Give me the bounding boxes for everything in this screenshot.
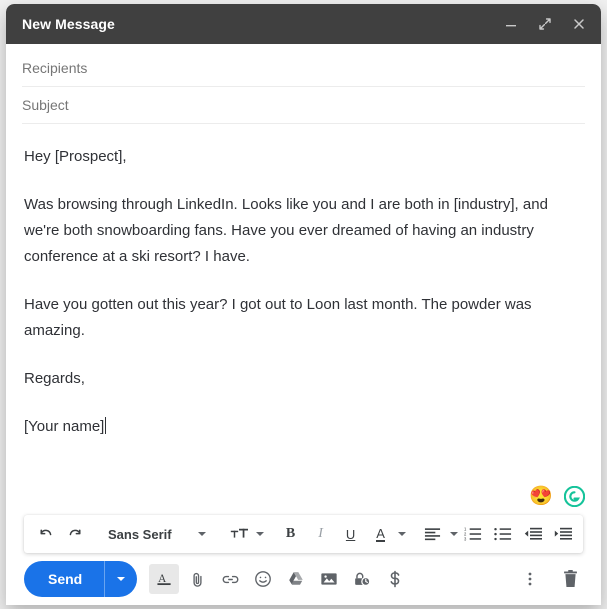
compose-action-bar: Send A [6,553,601,605]
italic-button[interactable]: I [306,521,336,547]
insert-money-icon[interactable] [380,564,410,594]
numbered-list-icon[interactable]: 1 2 3 [458,521,488,547]
send-button-group[interactable]: Send [24,561,138,597]
chevron-down-icon [197,532,206,536]
underline-label: U [345,526,356,542]
align-icon[interactable] [418,521,448,547]
minimize-button[interactable] [501,14,521,34]
close-button[interactable] [569,14,589,34]
chevron-down-icon [449,532,458,536]
text-color-icon[interactable]: A [366,521,396,547]
underline-button[interactable]: U [336,521,366,547]
text-color-control[interactable]: A [366,521,406,547]
send-button[interactable]: Send [24,571,104,587]
insert-emoji-icon[interactable] [248,564,278,594]
body-paragraph-last: [Your name] [24,414,581,440]
italic-label: I [318,526,323,541]
text-color-label: A [376,525,385,542]
insert-drive-icon[interactable] [281,564,311,594]
undo-icon[interactable] [30,521,60,547]
body-badges: 😍 [529,486,585,507]
action-icon-group: A [149,564,410,594]
formatting-toolbar: Sans Serif B I U A 1 2 3 [24,515,601,553]
svg-text:3: 3 [464,536,467,541]
action-bar-right [515,564,585,594]
recipients-field[interactable]: Recipients [22,50,585,87]
font-size-control[interactable] [224,521,264,547]
body-signature-text: [Your name] [24,418,105,435]
discard-draft-icon[interactable] [555,564,585,594]
grammarly-icon[interactable] [564,486,585,507]
more-options-icon[interactable] [515,564,545,594]
subject-field[interactable]: Subject [22,87,585,124]
font-family-select[interactable]: Sans Serif [102,527,212,542]
body-paragraph: Was browsing through LinkedIn. Looks lik… [24,196,548,265]
compose-title: New Message [22,16,115,32]
attach-file-icon[interactable] [182,564,212,594]
font-size-icon[interactable] [224,521,254,547]
bulleted-list-icon[interactable] [488,521,518,547]
formatting-options-icon[interactable]: A [149,564,180,594]
svg-text:A: A [158,573,167,585]
font-family-value: Sans Serif [108,526,172,542]
compose-window: New Message Recipients Subject Hey [Pros… [6,4,601,605]
send-options-button[interactable] [105,577,137,581]
insert-link-icon[interactable] [215,564,245,594]
compose-title-bar: New Message [6,4,601,44]
body-paragraph: Regards, [24,370,85,387]
indent-more-icon[interactable] [548,521,578,547]
redo-icon[interactable] [60,521,90,547]
heart-eyes-emoji[interactable]: 😍 [529,487,553,506]
insert-photo-icon[interactable] [314,564,344,594]
indent-less-icon[interactable] [518,521,548,547]
message-body[interactable]: Hey [Prospect], Was browsing through Lin… [6,124,601,515]
bold-button[interactable]: B [276,521,306,547]
align-control[interactable] [418,521,458,547]
body-paragraph: Hey [Prospect], [24,148,127,165]
expand-button[interactable] [535,14,555,34]
chevron-down-icon [117,577,126,581]
window-controls [501,14,589,34]
subject-placeholder: Subject [22,97,69,113]
text-cursor [105,417,107,434]
more-format-options-icon[interactable] [590,521,601,547]
confidential-mode-icon[interactable] [347,564,377,594]
recipients-placeholder: Recipients [22,60,88,76]
chevron-down-icon [255,532,264,536]
chevron-down-icon [397,532,406,536]
bold-label: B [285,526,296,541]
body-paragraph: Have you gotten out this year? I got out… [24,296,532,339]
